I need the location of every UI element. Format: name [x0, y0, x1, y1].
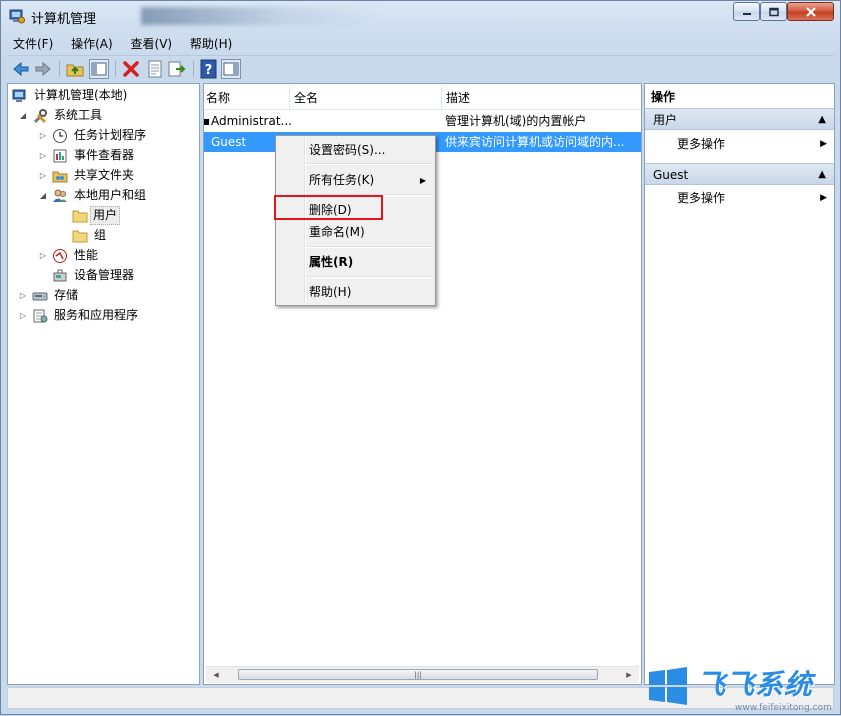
menu-help[interactable]: 帮助(H): [184, 33, 238, 54]
clock-icon: [53, 129, 67, 143]
menu-bar: 文件(F) 操作(A) 查看(V) 帮助(H): [7, 33, 834, 53]
svg-text:?: ?: [205, 63, 213, 78]
menu-separator: [306, 276, 432, 278]
navigation-tree-pane[interactable]: 计算机管理(本地) ◢ 系统工具 ▷ 任务计划程序 ▷ 事件查看器 ▷ 共享文件…: [7, 83, 200, 685]
actions-section-users[interactable]: 用户 ▲: [645, 108, 834, 130]
tools-icon: [33, 109, 47, 124]
menu-action[interactable]: 操作(A): [65, 33, 119, 54]
context-menu: 设置密码(S)... 所有任务(K) ▶ 删除(D) 重命名(M) 属性(R) …: [275, 135, 436, 306]
actions-pane: 操作 用户 ▲ 更多操作 ▶ Guest ▲ 更多操作 ▶: [644, 83, 835, 685]
menu-item-all-tasks[interactable]: 所有任务(K): [309, 170, 429, 190]
menu-separator: [306, 163, 432, 165]
toolbar: ?: [7, 55, 834, 82]
title-bar[interactable]: 计算机管理: [1, 1, 840, 31]
user-icon: ▪: [204, 111, 210, 131]
column-header-description[interactable]: 描述: [442, 87, 641, 109]
watermark-brand: 飞飞系统: [697, 668, 814, 701]
folder-icon: [72, 210, 88, 223]
scroll-right-icon[interactable]: ▶: [621, 668, 637, 682]
menu-separator: [306, 246, 432, 248]
menu-item-set-password[interactable]: 设置密码(S)...: [309, 140, 385, 160]
close-button[interactable]: [787, 2, 834, 21]
computer-management-icon: [12, 89, 26, 102]
performance-icon: [53, 249, 67, 263]
toolbar-separator: [59, 61, 60, 77]
submenu-arrow-icon: ▶: [419, 176, 426, 185]
header-divider: [204, 109, 641, 110]
device-manager-icon: [53, 269, 67, 282]
collapse-arrow-icon[interactable]: ◢: [38, 186, 48, 205]
toolbar-separator: [115, 61, 116, 77]
services-icon: [33, 309, 48, 323]
toolbar-separator: [193, 61, 194, 77]
expand-arrow-icon[interactable]: ▷: [38, 246, 48, 265]
maximize-button[interactable]: [760, 2, 787, 21]
menu-item-rename[interactable]: 重命名(M): [309, 222, 365, 242]
scrollbar-thumb[interactable]: |||: [238, 669, 598, 680]
highlight-annotation-box: [274, 195, 383, 220]
shared-folder-icon: [52, 171, 68, 183]
expand-arrow-icon[interactable]: ▷: [18, 286, 28, 305]
event-viewer-icon: [53, 149, 67, 163]
expand-arrow-icon[interactable]: ▷: [18, 306, 28, 325]
minimize-icon: [742, 12, 751, 15]
folder-icon: [72, 230, 88, 243]
table-row[interactable]: ▪ Administrat... 管理计算机(域)的内置帐户: [204, 111, 641, 131]
computer-management-window: 计算机管理 文件(F) 操作(A) 查看(V) 帮助(H) ? 计算机管理(本地…: [0, 0, 841, 715]
menu-item-properties[interactable]: 属性(R): [309, 252, 353, 272]
export-icon[interactable]: [167, 59, 187, 79]
more-actions-link[interactable]: 更多操作 ▶: [677, 134, 827, 154]
delete-icon[interactable]: [121, 59, 141, 79]
users-group-icon: [53, 189, 67, 202]
collapse-arrow-icon[interactable]: ◢: [18, 106, 28, 125]
back-icon[interactable]: [11, 59, 31, 79]
maximize-icon: [768, 7, 779, 16]
menu-item-help[interactable]: 帮助(H): [309, 282, 351, 302]
submenu-arrow-icon: ▶: [820, 193, 827, 203]
blurred-title-area: [141, 7, 381, 25]
show-hide-tree-icon[interactable]: [89, 59, 109, 79]
actions-title: 操作: [645, 87, 834, 107]
computer-management-icon: [9, 9, 25, 24]
up-folder-icon[interactable]: [65, 59, 85, 79]
forward-icon[interactable]: [33, 59, 53, 79]
grip-icon: |||: [414, 671, 422, 679]
expand-arrow-icon[interactable]: ▷: [38, 126, 48, 145]
storage-icon: [32, 292, 48, 301]
close-icon: [805, 6, 816, 17]
actions-section-guest[interactable]: Guest ▲: [645, 163, 834, 185]
window-title: 计算机管理: [31, 12, 97, 27]
menu-view[interactable]: 查看(V): [125, 33, 179, 54]
expand-arrow-icon[interactable]: ▷: [38, 146, 48, 165]
more-actions-link[interactable]: 更多操作 ▶: [677, 188, 827, 208]
watermark-url: www.feifeixitong.com: [735, 703, 832, 713]
scroll-left-icon[interactable]: ◀: [208, 668, 224, 682]
properties-icon[interactable]: [145, 59, 165, 79]
help-icon[interactable]: ?: [199, 59, 219, 79]
expand-arrow-icon[interactable]: ▷: [38, 166, 48, 185]
column-header-name[interactable]: 名称: [204, 87, 290, 109]
windows-logo-icon: [649, 667, 687, 705]
minimize-button[interactable]: [733, 2, 760, 21]
column-header-fullname[interactable]: 全名: [290, 87, 442, 109]
collapse-triangle-icon[interactable]: ▲: [818, 109, 826, 131]
menu-file[interactable]: 文件(F): [7, 33, 59, 54]
horizontal-scrollbar[interactable]: ◀ ||| ▶: [206, 666, 639, 683]
submenu-arrow-icon: ▶: [820, 139, 827, 149]
collapse-triangle-icon[interactable]: ▲: [818, 164, 826, 186]
site-watermark: 飞飞系统 www.feifeixitong.com: [647, 661, 841, 716]
show-hide-action-pane-icon[interactable]: [221, 59, 241, 79]
